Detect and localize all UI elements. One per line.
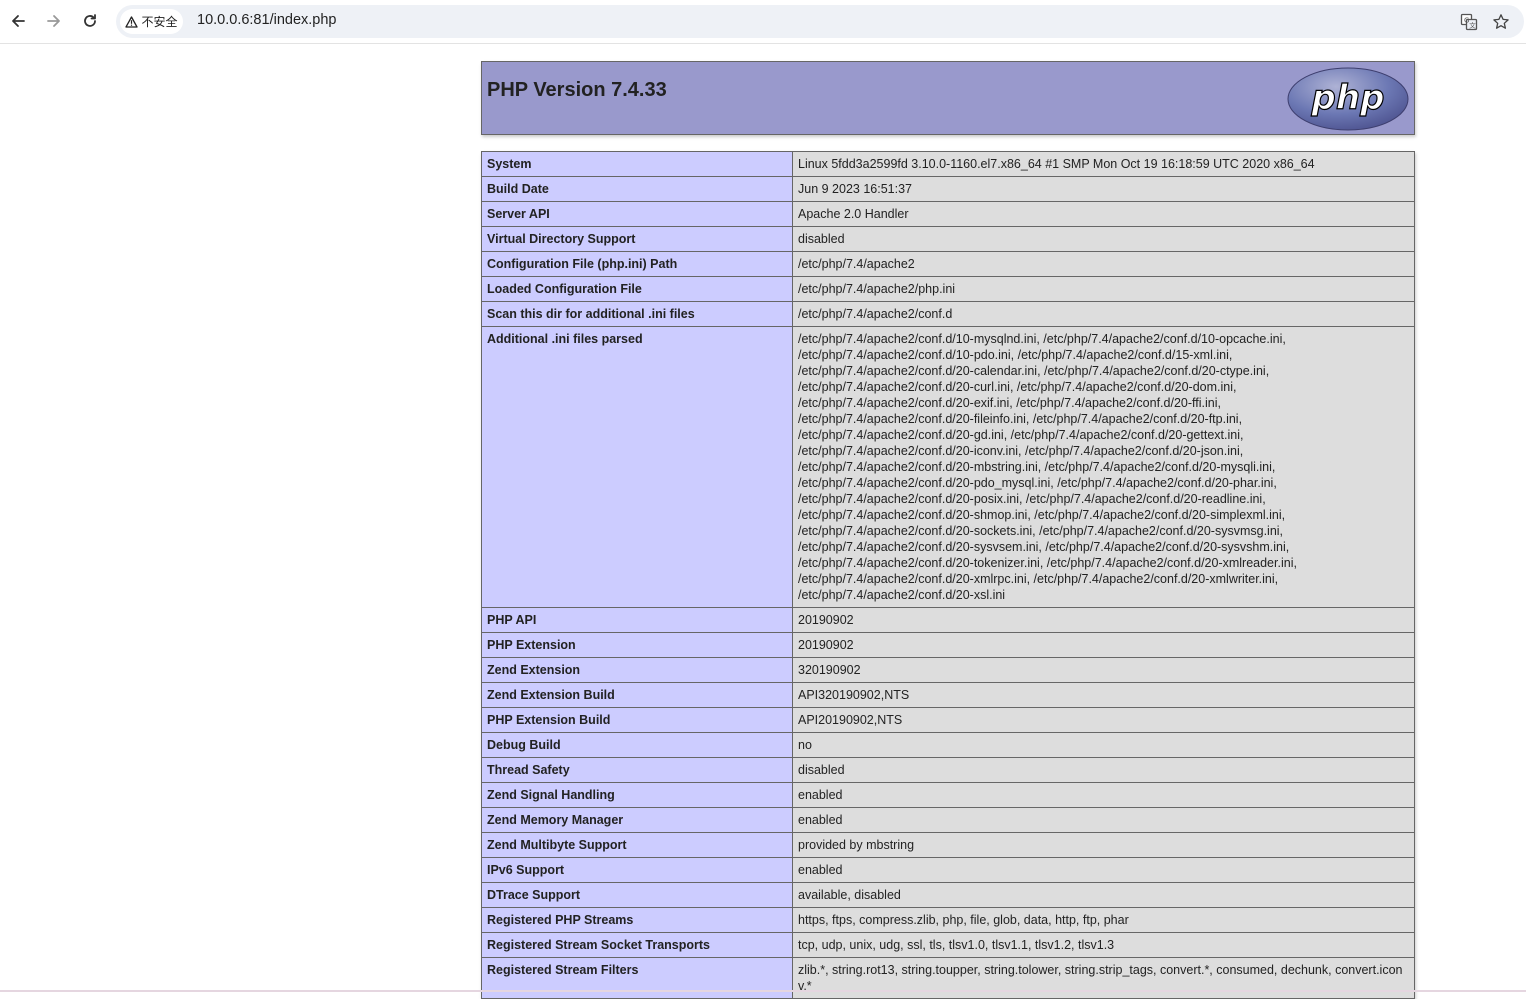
- bookmark-button[interactable]: [1490, 11, 1512, 33]
- row-value: disabled: [792, 757, 1415, 783]
- row-value: Linux 5fdd3a2599fd 3.10.0-1160.el7.x86_6…: [792, 151, 1415, 177]
- row-label: Scan this dir for additional .ini files: [481, 301, 793, 327]
- row-value: Jun 9 2023 16:51:37: [792, 176, 1415, 202]
- address-bar[interactable]: 不安全 10.0.0.6:81/index.php G 文: [116, 5, 1524, 38]
- table-row: Thread Safety disabled: [481, 757, 1415, 783]
- reload-button[interactable]: [77, 8, 103, 34]
- row-value: enabled: [792, 807, 1415, 833]
- row-label: Zend Multibyte Support: [481, 832, 793, 858]
- phpinfo-table-body: System Linux 5fdd3a2599fd 3.10.0-1160.el7…: [481, 151, 1415, 999]
- row-value: /etc/php/7.4/apache2/php.ini: [792, 276, 1415, 302]
- row-label: System: [481, 151, 793, 177]
- row-label: Zend Extension: [481, 657, 793, 683]
- row-value: zlib.*, string.rot13, string.toupper, st…: [792, 957, 1415, 999]
- warning-icon: [125, 15, 139, 28]
- row-value: /etc/php/7.4/apache2/conf.d/10-mysqlnd.i…: [792, 326, 1415, 608]
- row-label: Additional .ini files parsed: [481, 326, 793, 608]
- row-value: 20190902: [792, 632, 1415, 658]
- row-label: IPv6 Support: [481, 857, 793, 883]
- table-row: System Linux 5fdd3a2599fd 3.10.0-1160.el7…: [481, 151, 1415, 177]
- row-value: disabled: [792, 226, 1415, 252]
- back-arrow-icon: [12, 15, 25, 27]
- row-value: no: [792, 732, 1415, 758]
- row-value: Apache 2.0 Handler: [792, 201, 1415, 227]
- browser-toolbar: 不安全 10.0.0.6:81/index.php G 文: [0, 0, 1526, 44]
- row-label: Registered PHP Streams: [481, 907, 793, 933]
- row-value: 20190902: [792, 607, 1415, 633]
- row-label: Thread Safety: [481, 757, 793, 783]
- forward-arrow-icon: [47, 15, 60, 27]
- translate-icon: G 文: [1460, 13, 1478, 31]
- row-label: Registered Stream Filters: [481, 957, 793, 999]
- row-value: API320190902,NTS: [792, 682, 1415, 708]
- back-button[interactable]: [5, 8, 31, 34]
- table-row: Build Date Jun 9 2023 16:51:37: [481, 176, 1415, 202]
- row-label: Zend Signal Handling: [481, 782, 793, 808]
- row-label: Server API: [481, 201, 793, 227]
- table-row: DTrace Support available, disabled: [481, 882, 1415, 908]
- row-value: API20190902,NTS: [792, 707, 1415, 733]
- table-row: Zend Memory Manager enabled: [481, 807, 1415, 833]
- row-value: /etc/php/7.4/apache2: [792, 251, 1415, 277]
- table-row: Registered Stream Filters zlib.*, string.…: [481, 957, 1415, 999]
- table-row: Registered Stream Socket Transports tcp, …: [481, 932, 1415, 958]
- translate-button[interactable]: G 文: [1458, 11, 1480, 33]
- row-value: enabled: [792, 782, 1415, 808]
- row-label: PHP Extension Build: [481, 707, 793, 733]
- row-label: Configuration File (php.ini) Path: [481, 251, 793, 277]
- table-row: Zend Signal Handling enabled: [481, 782, 1415, 808]
- star-icon: [1493, 14, 1509, 29]
- row-label: DTrace Support: [481, 882, 793, 908]
- table-row: Registered PHP Streams https, ftps, compr…: [481, 907, 1415, 933]
- table-row: Server API Apache 2.0 Handler: [481, 201, 1415, 227]
- reload-icon: [84, 14, 96, 27]
- security-indicator[interactable]: 不安全: [120, 9, 183, 34]
- row-label: Zend Memory Manager: [481, 807, 793, 833]
- phpinfo-header: PHP Version 7.4.33 php: [481, 61, 1415, 135]
- phpinfo-table: System Linux 5fdd3a2599fd 3.10.0-1160.el7…: [481, 151, 1415, 999]
- table-row: Zend Multibyte Support provided by mbstri…: [481, 832, 1415, 858]
- page-title: PHP Version 7.4.33: [487, 79, 667, 101]
- row-label: Registered Stream Socket Transports: [481, 932, 793, 958]
- table-row: Virtual Directory Support disabled: [481, 226, 1415, 252]
- url-text[interactable]: 10.0.0.6:81/index.php: [197, 12, 336, 28]
- table-row: Loaded Configuration File/etc/php/7.4/ap…: [481, 276, 1415, 302]
- row-label: Virtual Directory Support: [481, 226, 793, 252]
- row-value: enabled: [792, 857, 1415, 883]
- table-row: Debug Build no: [481, 732, 1415, 758]
- row-label: Zend Extension Build: [481, 682, 793, 708]
- row-value: provided by mbstring: [792, 832, 1415, 858]
- row-label: Debug Build: [481, 732, 793, 758]
- php-logo-text: php: [1311, 78, 1385, 118]
- svg-text:文: 文: [1469, 21, 1476, 30]
- row-label: Loaded Configuration File: [481, 276, 793, 302]
- row-value: /etc/php/7.4/apache2/conf.d: [792, 301, 1415, 327]
- row-label: PHP API: [481, 607, 793, 633]
- security-label: 不安全: [141, 15, 178, 29]
- row-value: available, disabled: [792, 882, 1415, 908]
- row-label: Build Date: [481, 176, 793, 202]
- table-row: PHP API 20190902: [481, 607, 1415, 633]
- row-label: PHP Extension: [481, 632, 793, 658]
- table-row: Additional .ini files parsed/etc/php/7.4…: [481, 326, 1415, 608]
- table-row: PHP Extension 20190902: [481, 632, 1415, 658]
- row-value: https, ftps, compress.zlib, php, file, g…: [792, 907, 1415, 933]
- php-logo-icon[interactable]: php: [1287, 67, 1409, 131]
- table-row: Zend Extension Build API320190902,NTS: [481, 682, 1415, 708]
- forward-button[interactable]: [41, 8, 67, 34]
- table-row: Scan this dir for additional .ini files /…: [481, 301, 1415, 327]
- row-value: 320190902: [792, 657, 1415, 683]
- table-row: Zend Extension 320190902: [481, 657, 1415, 683]
- row-value: tcp, udp, unix, udg, ssl, tls, tlsv1.0, …: [792, 932, 1415, 958]
- table-row: Configuration File (php.ini) Path/etc/ph…: [481, 251, 1415, 277]
- table-row: PHP Extension Build API20190902,NTS: [481, 707, 1415, 733]
- table-row: IPv6 Support enabled: [481, 857, 1415, 883]
